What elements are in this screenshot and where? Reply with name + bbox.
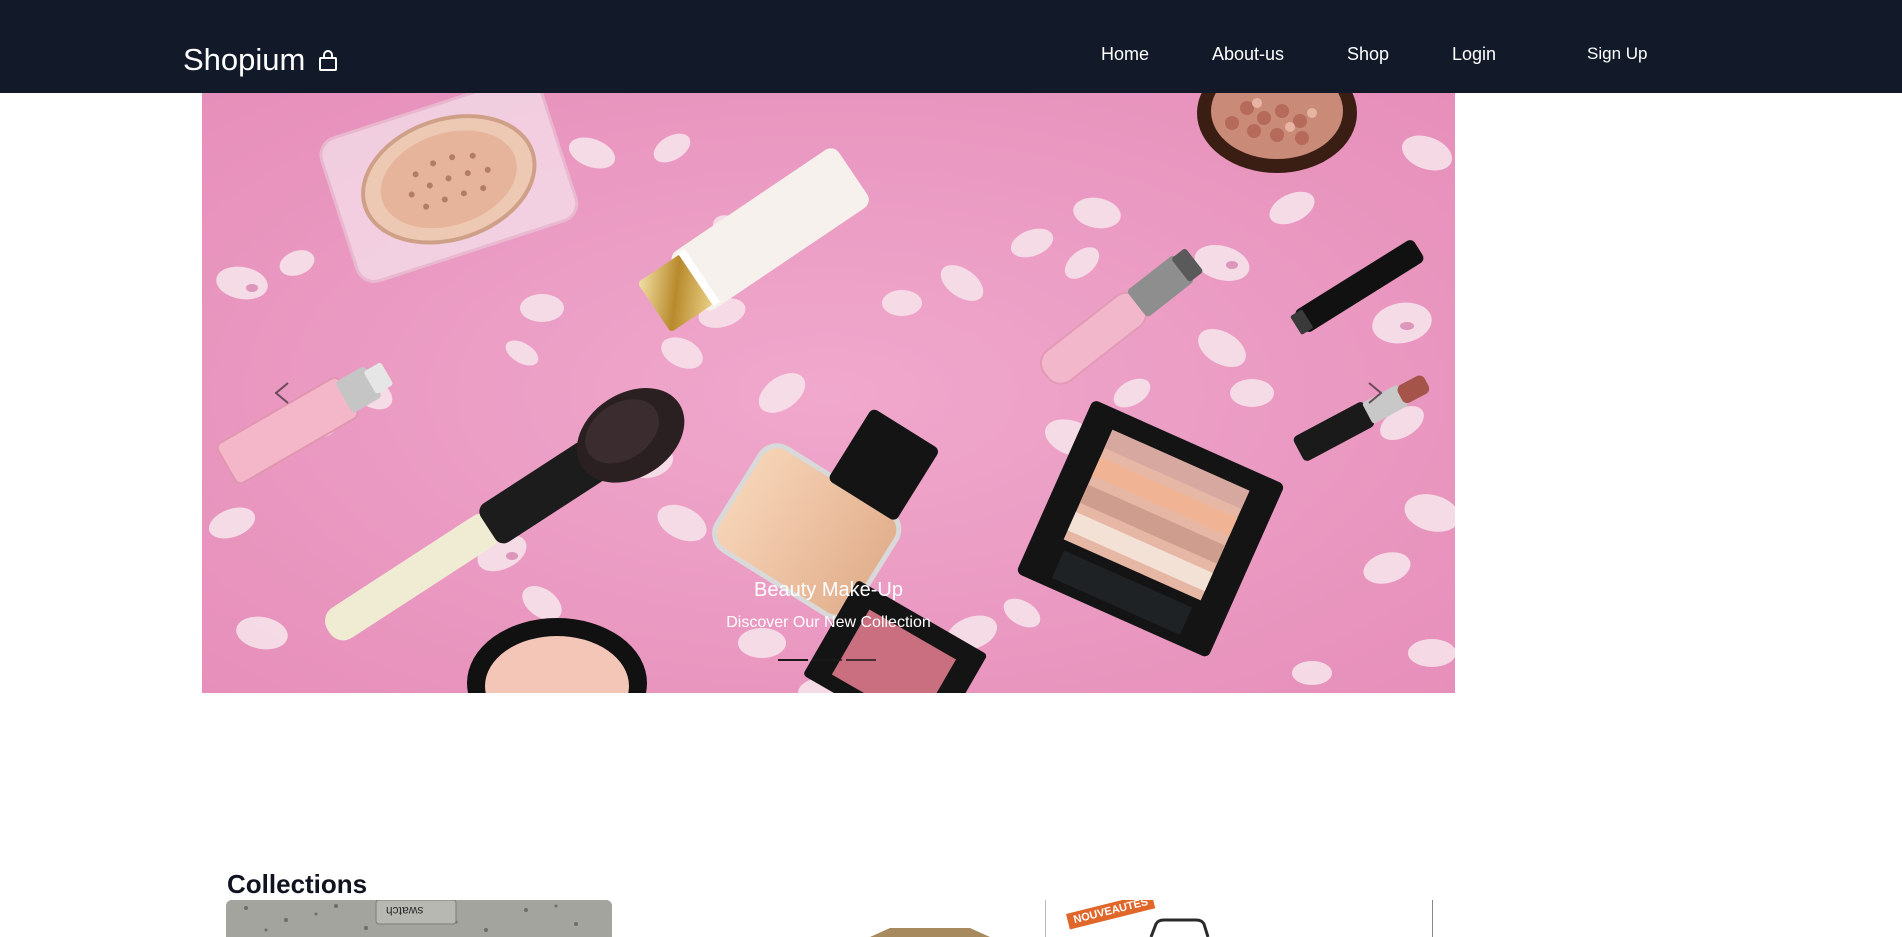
carousel-prev-button[interactable] [262, 363, 302, 423]
nav-login-link[interactable]: Login [1452, 41, 1496, 67]
carousel-caption-subtitle: Discover Our New Collection [726, 614, 931, 631]
carousel-indicator-2[interactable] [812, 659, 842, 661]
brand-logo[interactable]: Shopium [183, 40, 338, 80]
carousel-next-button[interactable] [1355, 363, 1395, 423]
hero-carousel: Beauty Make-Up Discover Our New Collecti… [202, 93, 1455, 693]
collection-card-1-text: swatch [386, 904, 424, 918]
makeup-hero-image [202, 93, 1455, 693]
collection-card-watches[interactable]: swatch [226, 900, 612, 937]
shopping-bag-icon [319, 50, 338, 71]
carousel-caption-title: Beauty Make-Up [754, 579, 903, 601]
carousel-indicators [778, 655, 876, 665]
chevron-left-icon [274, 382, 289, 404]
brand-name: Shopium [183, 42, 306, 77]
nav-about-link[interactable]: About-us [1212, 41, 1284, 67]
collection-card-2[interactable] [640, 900, 1045, 937]
chevron-right-icon [1368, 382, 1383, 404]
nav-signup-link[interactable]: Sign Up [1587, 41, 1647, 67]
nav-home-link[interactable]: Home [1101, 41, 1149, 67]
collections-heading: Collections [227, 868, 368, 899]
collection-card-3[interactable]: NOUVEAUTÉS [1045, 900, 1433, 937]
nav-shop-link[interactable]: Shop [1347, 41, 1389, 67]
top-navbar: Shopium Home About-us Shop Login Sign Up [0, 0, 1902, 93]
carousel-indicator-1[interactable] [778, 659, 808, 661]
collection-image-2 [640, 900, 1045, 937]
carousel-indicator-3[interactable] [846, 659, 876, 661]
